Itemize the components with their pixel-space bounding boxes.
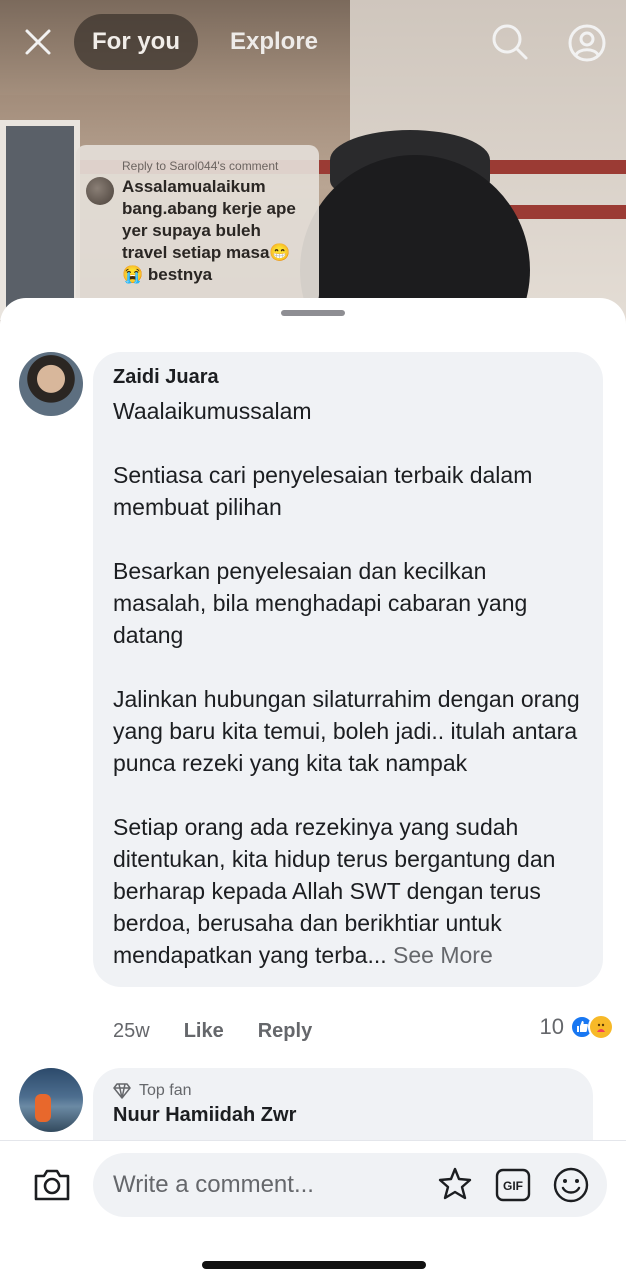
avatar[interactable] — [19, 1068, 83, 1132]
reply-sticker-text: Assalamualaikum bang.abang kerje ape yer… — [122, 177, 296, 284]
comment-author[interactable]: Zaidi Juara — [113, 366, 583, 389]
profile-icon — [568, 24, 606, 62]
avatar[interactable] — [19, 352, 83, 416]
comment-bubble[interactable]: Zaidi Juara Waalaikumussalam Sentiasa ca… — [93, 352, 603, 987]
diamond-icon — [113, 1083, 131, 1099]
comment-actions: 25w Like Reply — [113, 1016, 346, 1046]
top-fan-badge: Top fan — [113, 1082, 573, 1100]
top-nav: For you Explore — [0, 12, 626, 72]
care-reaction-icon — [588, 1014, 614, 1040]
comment-paragraph: Waalaikumussalam — [113, 398, 312, 424]
top-fan-label: Top fan — [139, 1082, 192, 1099]
reply-sticker-avatar — [86, 177, 114, 205]
camera-button[interactable] — [30, 1163, 74, 1207]
drag-handle[interactable] — [281, 310, 345, 316]
comment-composer: Write a comment... GIF — [0, 1140, 626, 1280]
comment-paragraph: Besarkan penyelesaian dan kecilkan masal… — [113, 558, 528, 648]
reply-button[interactable]: Reply — [258, 1020, 312, 1043]
tab-for-you[interactable]: For you — [74, 14, 198, 70]
svg-text:GIF: GIF — [503, 1179, 523, 1193]
home-indicator — [202, 1261, 426, 1269]
reaction-count: 10 — [539, 1014, 564, 1039]
comment-paragraph: Jalinkan hubungan silaturrahim dengan or… — [113, 686, 580, 776]
close-icon — [25, 29, 51, 55]
see-more-link[interactable]: See More — [393, 942, 493, 968]
gif-icon: GIF — [495, 1168, 531, 1202]
comment-paragraph: Sentiasa cari penyelesaian terbaik dalam… — [113, 462, 533, 520]
comment-author[interactable]: Nuur Hamiidah Zwr — [113, 1104, 573, 1127]
reply-sticker: Reply to Sarol044's comment Assalamualai… — [76, 145, 319, 305]
search-button[interactable] — [490, 22, 530, 62]
comment-input-placeholder: Write a comment... — [113, 1171, 314, 1198]
reply-sticker-header: Reply to Sarol044's comment — [122, 159, 279, 173]
comment-timestamp: 25w — [113, 1019, 150, 1042]
emoji-icon — [553, 1167, 589, 1203]
sticker-button[interactable] — [433, 1163, 477, 1207]
reaction-summary[interactable]: 10 — [540, 1014, 614, 1040]
gif-button[interactable]: GIF — [493, 1163, 533, 1207]
profile-button[interactable] — [566, 22, 608, 64]
search-icon — [492, 24, 528, 60]
emoji-button[interactable] — [549, 1163, 593, 1207]
like-button[interactable]: Like — [184, 1020, 224, 1043]
sticker-icon — [438, 1167, 472, 1200]
comments-sheet: Zaidi Juara Waalaikumussalam Sentiasa ca… — [0, 298, 626, 1280]
tab-explore[interactable]: Explore — [230, 14, 318, 70]
close-button[interactable] — [18, 22, 58, 62]
comment-text: Waalaikumussalam Sentiasa cari penyelesa… — [113, 395, 583, 971]
comment-input[interactable]: Write a comment... GIF — [93, 1153, 607, 1217]
camera-icon — [34, 1169, 70, 1201]
comment-paragraph: Setiap orang ada rezekinya yang sudah di… — [113, 811, 583, 971]
